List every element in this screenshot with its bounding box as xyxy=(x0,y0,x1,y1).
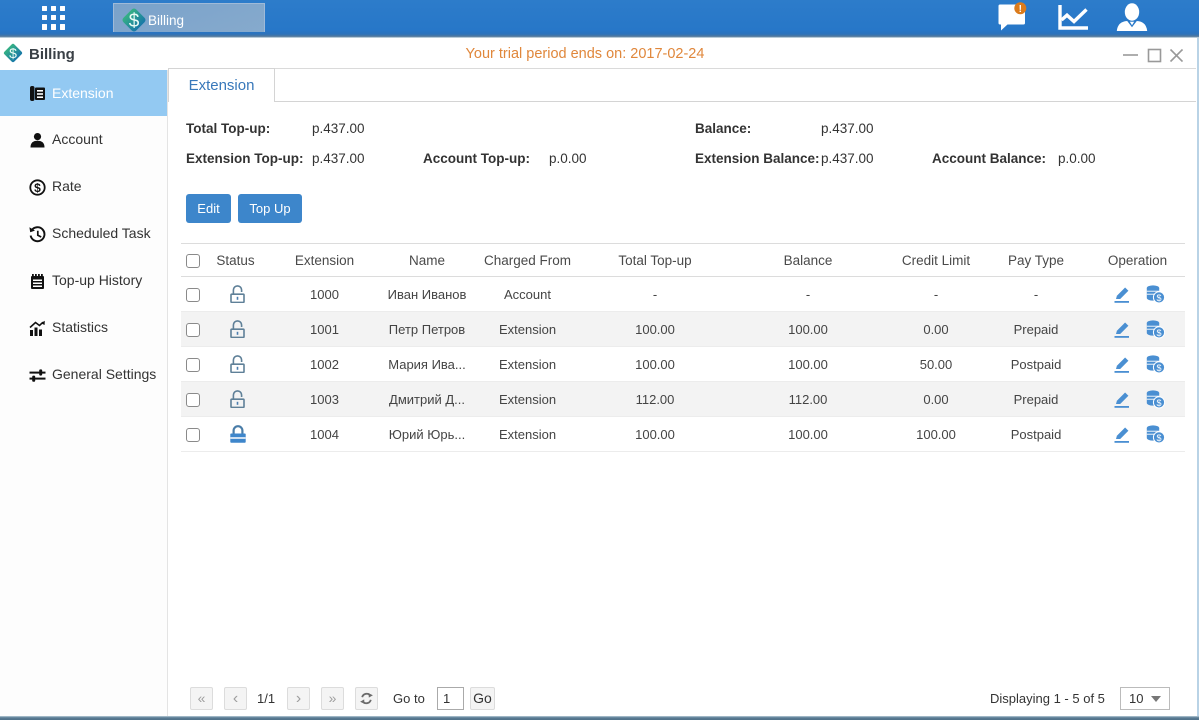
svg-text:$: $ xyxy=(129,11,140,32)
svg-text:$: $ xyxy=(34,181,41,195)
svg-text:!: ! xyxy=(1019,4,1022,15)
